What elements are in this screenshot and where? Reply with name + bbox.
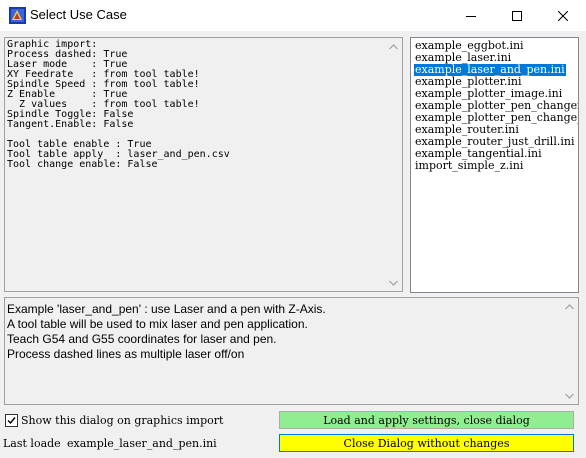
close-window-button[interactable] xyxy=(540,0,586,31)
description-line: A tool table will be used to mix laser a… xyxy=(7,317,308,331)
checkmark-icon xyxy=(7,417,16,425)
description-line: Process dashed lines as multiple laser o… xyxy=(7,347,245,361)
scroll-down-arrow[interactable] xyxy=(562,388,577,403)
description-line: Teach G54 and G55 coordinates for laser … xyxy=(7,332,277,346)
window-title: Select Use Case xyxy=(30,7,127,22)
chevron-up-icon xyxy=(389,43,398,49)
close-icon xyxy=(558,10,568,21)
description-line: Example 'laser_and_pen' : use Laser and … xyxy=(7,302,326,316)
settings-info-text: Graphic import: Process dashed: True Laser… xyxy=(7,40,230,170)
info-scrollbar[interactable] xyxy=(386,39,401,290)
chevron-up-icon xyxy=(565,303,574,309)
chevron-down-icon xyxy=(565,393,574,399)
minimize-icon xyxy=(466,15,476,17)
maximize-icon xyxy=(512,10,522,21)
scroll-up-arrow[interactable] xyxy=(386,39,401,54)
show-dialog-label: Show this dialog on graphics import xyxy=(21,414,224,427)
description-panel[interactable]: Example 'laser_and_pen' : use Laser and … xyxy=(4,297,579,405)
maximize-button[interactable] xyxy=(494,0,540,31)
list-item[interactable]: import_simple_z.ini xyxy=(414,160,524,172)
load-apply-button[interactable]: Load and apply settings, close dialog xyxy=(279,411,574,429)
last-loaded-label: Last loade xyxy=(3,437,61,450)
settings-info-panel[interactable]: Graphic import: Process dashed: True Laser… xyxy=(4,37,403,292)
minimize-button[interactable] xyxy=(448,0,494,31)
scroll-down-arrow[interactable] xyxy=(386,275,401,290)
info-line: Tool change enable: False xyxy=(7,159,158,170)
app-icon xyxy=(9,7,26,24)
close-without-changes-button[interactable]: Close Dialog without changes xyxy=(279,434,574,452)
show-dialog-checkbox[interactable] xyxy=(5,414,18,427)
title-bar: Select Use Case xyxy=(0,0,586,31)
last-loaded-value: example_laser_and_pen.ini xyxy=(67,437,217,450)
chevron-down-icon xyxy=(389,280,398,286)
info-line: Tangent.Enable: False xyxy=(7,119,134,130)
use-case-file-list[interactable]: example_eggbot.ini example_laser.ini examp… xyxy=(410,37,579,293)
scroll-up-arrow[interactable] xyxy=(562,299,577,314)
description-text: Example 'laser_and_pen' : use Laser and … xyxy=(7,302,326,362)
description-scrollbar[interactable] xyxy=(562,299,577,403)
